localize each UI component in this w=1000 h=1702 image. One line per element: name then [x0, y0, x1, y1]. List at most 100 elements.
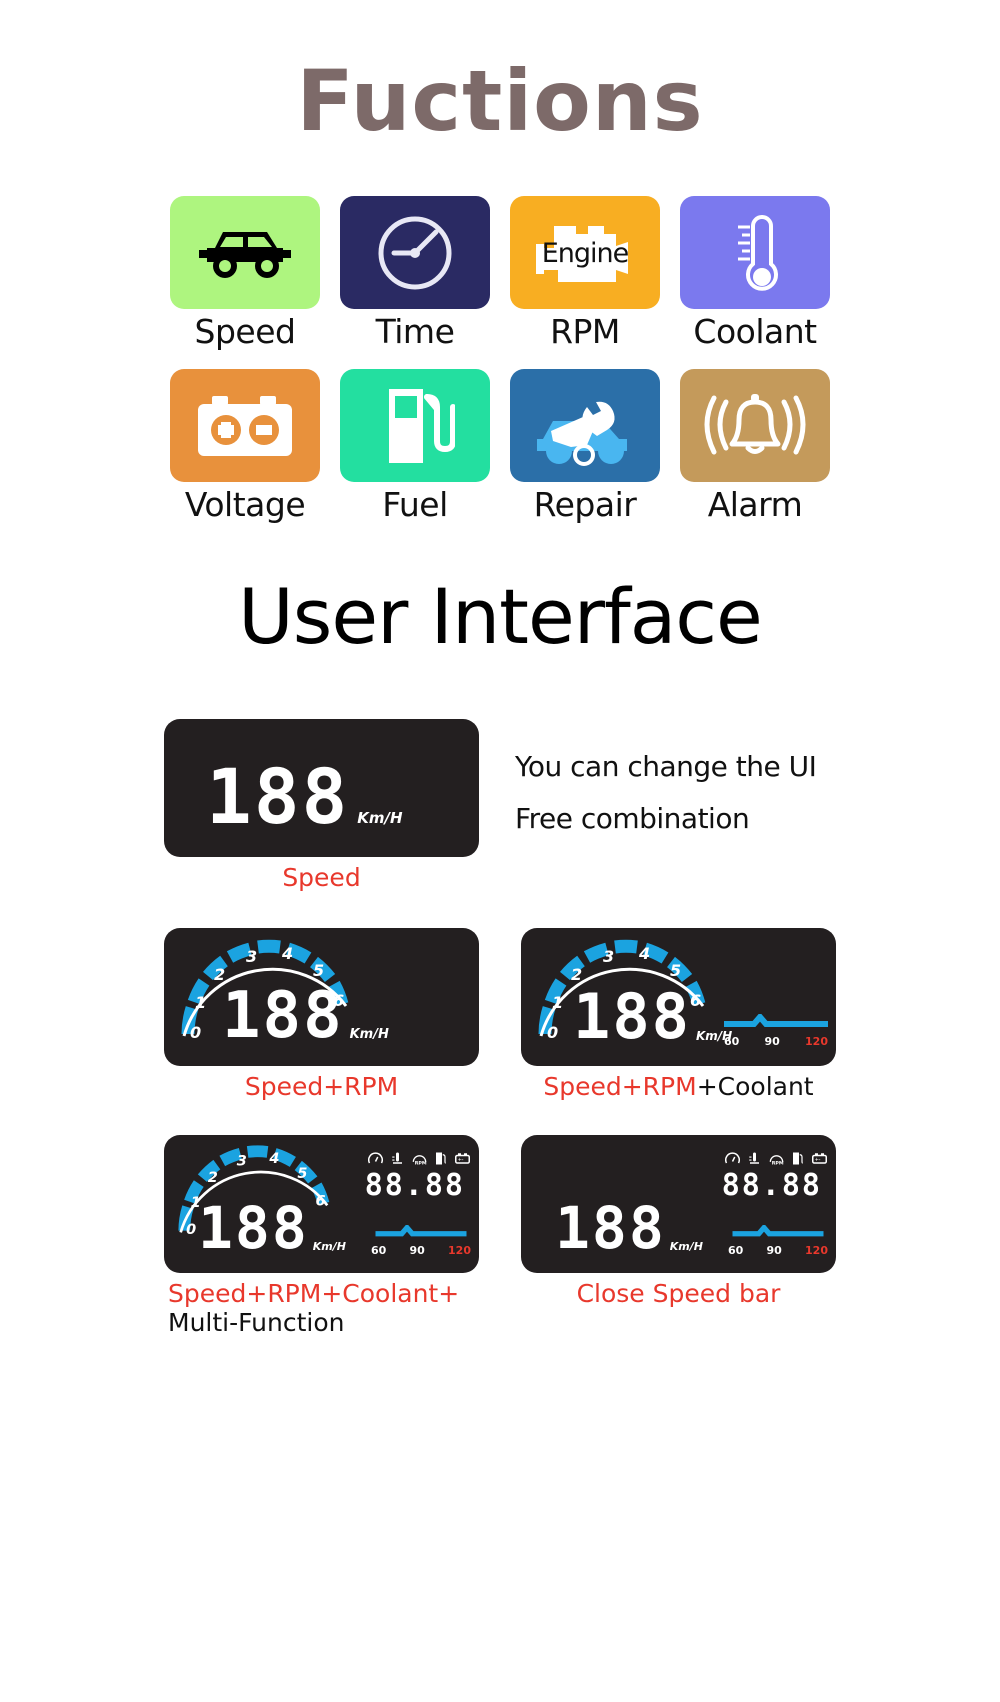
taxi-car-icon: [199, 231, 291, 278]
hud-panel-speed-block: 188 Km/H Speed: [164, 719, 479, 892]
hud-panels-area: 188 Km/H Speed You can change the UI Fre…: [164, 719, 836, 1337]
coolant-tick: 120: [805, 1035, 828, 1048]
hud-caption-speed-rpm-coolant: Speed+RPM+Coolant: [521, 1072, 836, 1101]
caption-red-text: Speed+RPM: [543, 1072, 697, 1101]
svg-text:4: 4: [268, 1151, 279, 1167]
function-item-speed[interactable]: Speed: [170, 196, 320, 351]
hud-caption-speed: Speed: [164, 863, 479, 892]
tile-speed: [170, 196, 320, 309]
hud-row-2: 0 1 2 3 4 5 6 188 Km/H Speed+RPM 0 1 2 3…: [164, 928, 836, 1101]
hud-panel-close-speed-bar-block: 188 Km/H RPM +- 88.88 60 90 120 Close Sp…: [521, 1135, 836, 1337]
svg-text:+-: +-: [815, 1158, 821, 1164]
note-line-1: You can change the UI: [515, 750, 817, 783]
tile-fuel: [340, 369, 490, 482]
tile-coolant: [680, 196, 830, 309]
coolant-temp-icon: [749, 1152, 759, 1164]
svg-text:4: 4: [281, 944, 293, 963]
tile-alarm: [680, 369, 830, 482]
coolant-tick: 90: [766, 1244, 782, 1257]
fuel-pump-icon: [389, 388, 455, 463]
function-label: Coolant: [693, 312, 817, 351]
multi-icon-strip: RPM +-: [368, 1151, 471, 1166]
car-repair-wrench-icon: [537, 401, 627, 466]
function-item-coolant[interactable]: Coolant: [680, 196, 830, 351]
note-line-2: Free combination: [515, 801, 750, 835]
svg-text:3: 3: [603, 947, 614, 966]
battery-icon: +-: [812, 1153, 827, 1164]
ui-section-title: User Interface: [238, 572, 763, 661]
function-label: Speed: [194, 312, 296, 351]
function-label: Fuel: [382, 485, 448, 524]
svg-text:0: 0: [186, 1222, 196, 1238]
caption-black-text: +Coolant: [696, 1072, 814, 1101]
function-label: Alarm: [707, 485, 803, 524]
aux-digits: 88.88: [364, 1168, 465, 1203]
speed-unit: Km/H: [349, 1027, 389, 1042]
tile-time: [340, 196, 490, 309]
coolant-tick: 120: [805, 1244, 828, 1257]
speedometer-icon: [725, 1152, 740, 1164]
svg-text:0: 0: [190, 1023, 201, 1042]
coolant-bar-icon: [375, 1223, 467, 1237]
svg-text:RPM: RPM: [415, 1161, 427, 1166]
tile-rpm: Engine: [510, 196, 660, 309]
page-title: Fuctions: [296, 52, 704, 150]
hud-panel-speed[interactable]: 188 Km/H: [164, 719, 479, 857]
function-item-repair[interactable]: Repair: [510, 369, 660, 524]
coolant-bar-icon: [724, 1012, 828, 1027]
hud-panel-close-speed-bar[interactable]: 188 Km/H RPM +- 88.88 60 90 120: [521, 1135, 836, 1273]
svg-text:5: 5: [297, 1166, 307, 1182]
hud-row-3: 012 345 6 188 Km/H RPM +- 88.88 60 90 12…: [164, 1135, 836, 1337]
alarm-bell-icon: [704, 393, 806, 454]
thermometer-icon: [738, 214, 778, 291]
hud-panel-multi[interactable]: 012 345 6 188 Km/H RPM +- 88.88 60 90 12…: [164, 1135, 479, 1273]
tile-repair: [510, 369, 660, 482]
clock-icon: [378, 216, 452, 289]
function-item-fuel[interactable]: Fuel: [340, 369, 490, 524]
svg-text:2: 2: [208, 1170, 218, 1186]
svg-text:+-: +-: [458, 1158, 464, 1164]
svg-text:RPM: RPM: [772, 1161, 784, 1166]
coolant-bar: 60 90 120: [724, 1012, 828, 1048]
svg-text:1: 1: [552, 993, 563, 1012]
function-item-alarm[interactable]: Alarm: [680, 369, 830, 524]
speed-digits: 188: [198, 1194, 309, 1262]
svg-text:3: 3: [237, 1153, 247, 1169]
speed-digits: 188: [555, 1194, 666, 1262]
caption-red-text: Speed: [282, 863, 361, 892]
coolant-tick: 120: [448, 1244, 471, 1257]
speed-digits: 188: [206, 752, 350, 841]
coolant-bar: 60 90 120: [371, 1223, 471, 1257]
function-item-time[interactable]: Time: [340, 196, 490, 351]
caption-red-text: Speed+RPM: [244, 1072, 399, 1101]
tile-voltage: [170, 369, 320, 482]
caption-red-text: Close Speed bar: [576, 1279, 781, 1308]
speed-unit: Km/H: [357, 809, 403, 827]
multi-icon-strip: RPM +-: [725, 1151, 828, 1166]
function-item-rpm[interactable]: Engine RPM: [510, 196, 660, 351]
functions-grid: Speed Time Engine RPM Coolant Voltage Fu…: [164, 196, 836, 524]
hud-panel-multi-block: 012 345 6 188 Km/H RPM +- 88.88 60 90 12…: [164, 1135, 479, 1337]
hud-panel-speed-rpm-coolant[interactable]: 012 345 6 188 Km/H 60 90 120: [521, 928, 836, 1066]
svg-text:3: 3: [246, 947, 257, 966]
svg-text:5: 5: [670, 961, 681, 980]
aux-digits: 88.88: [721, 1168, 822, 1203]
speed-digits: 188: [222, 979, 344, 1053]
svg-text:5: 5: [313, 961, 324, 980]
caption-black-text: Multi-Function: [168, 1308, 345, 1337]
function-label: Time: [375, 312, 455, 351]
ui-note: You can change the UI Free combination: [515, 719, 817, 892]
hud-caption-speed-rpm: Speed+RPM: [164, 1072, 479, 1101]
speedometer-icon: [368, 1152, 383, 1164]
hud-panel-speed-rpm-coolant-block: 012 345 6 188 Km/H 60 90 120 Speed+RPM+C…: [521, 928, 836, 1101]
coolant-tick: 90: [764, 1035, 780, 1048]
hud-caption-close-speed-bar: Close Speed bar: [521, 1279, 836, 1308]
battery-icon: +-: [455, 1153, 470, 1164]
function-item-voltage[interactable]: Voltage: [170, 369, 320, 524]
hud-panel-speed-rpm[interactable]: 0 1 2 3 4 5 6 188 Km/H: [164, 928, 479, 1066]
row-spacer: [479, 928, 521, 1101]
speed-digits: 188: [573, 980, 691, 1053]
coolant-bar: 60 90 120: [728, 1223, 828, 1257]
hud-panel-speed-rpm-block: 0 1 2 3 4 5 6 188 Km/H Speed+RPM: [164, 928, 479, 1101]
hud-caption-multi: Speed+RPM+Coolant+ Multi-Function: [164, 1279, 479, 1337]
